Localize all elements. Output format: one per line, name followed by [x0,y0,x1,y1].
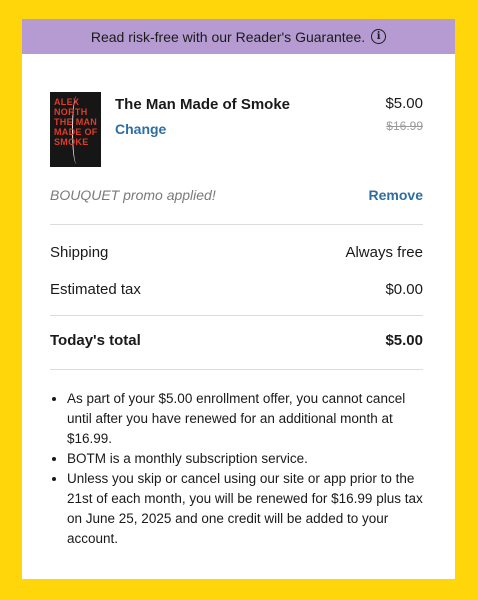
cover-text: ALEX NORTH THE MAN MADE OF SMOKE [54,97,98,147]
tax-label: Estimated tax [50,281,141,298]
book-cover: ALEX NORTH THE MAN MADE OF SMOKE [50,92,101,167]
divider [50,224,423,225]
order-summary-card: Read risk-free with our Reader's Guarant… [22,19,455,579]
remove-promo-link[interactable]: Remove [369,187,423,203]
shipping-label: Shipping [50,244,109,261]
total-label: Today's total [50,332,141,349]
total-value: $5.00 [385,332,423,349]
book-price: $5.00 [385,95,423,112]
info-icon[interactable]: i [371,29,387,44]
terms-item: Unless you skip or cancel using our site… [67,469,423,549]
original-price: $16.99 [386,119,423,133]
terms-item: As part of your $5.00 enrollment offer, … [67,389,423,449]
guarantee-text: Read risk-free with our Reader's Guarant… [90,28,366,45]
subscription-terms: As part of your $5.00 enrollment offer, … [50,389,423,549]
divider [50,315,423,316]
change-book-link[interactable]: Change [115,121,166,137]
divider [50,369,423,370]
promo-row: BOUQUET promo applied! Remove [50,187,423,207]
terms-item: BOTM is a monthly subscription service. [67,449,423,469]
tax-value: $0.00 [385,281,423,298]
promo-applied-text: BOUQUET promo applied! [50,187,216,203]
product-row: ALEX NORTH THE MAN MADE OF SMOKE The Man… [50,92,423,167]
shipping-value: Always free [345,244,423,261]
book-title: The Man Made of Smoke [115,96,291,113]
guarantee-banner[interactable]: Read risk-free with our Reader's Guarant… [22,19,455,54]
